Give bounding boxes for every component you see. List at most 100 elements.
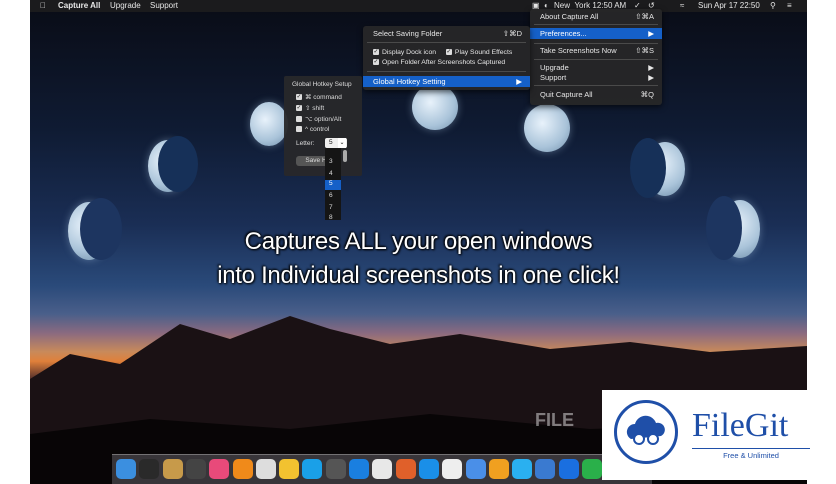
- reminders-icon[interactable]: [255, 459, 276, 479]
- launchpad-icon[interactable]: [139, 459, 160, 479]
- dock-icon-checkbox[interactable]: ✓: [373, 49, 379, 56]
- chevron-down-icon: ⌄: [338, 138, 346, 148]
- apple-icon[interactable]: : [40, 0, 46, 12]
- letter-option[interactable]: 3: [329, 158, 333, 165]
- menu-separator: [367, 71, 526, 72]
- quit-shortcut: ⌘Q: [640, 90, 654, 99]
- messages-icon[interactable]: [512, 459, 533, 479]
- menu-upgrade[interactable]: Upgrade: [110, 0, 141, 12]
- menu-item-about[interactable]: About Capture All ⇧⌘A: [530, 11, 662, 22]
- control-option[interactable]: ^ control: [296, 126, 329, 133]
- filegit-logo: [614, 400, 678, 464]
- list-icon[interactable]: ≡: [787, 0, 792, 12]
- command-checkbox[interactable]: ✓: [296, 94, 302, 101]
- shift-label: ⇧ shift: [305, 105, 325, 112]
- dock-icon-label: Display Dock icon: [382, 49, 437, 56]
- letter-dropdown-list: 3 4 5 6 7 8: [325, 148, 347, 221]
- app-store-icon[interactable]: [418, 459, 439, 479]
- facetime-icon[interactable]: [582, 459, 602, 479]
- moon-shadow-2: [158, 136, 198, 192]
- moon-phase-3: [250, 102, 288, 146]
- option-checkbox[interactable]: [296, 116, 302, 123]
- skype-icon[interactable]: [302, 459, 323, 479]
- sound-label: Play Sound Effects: [454, 49, 513, 56]
- dropdown-scrollbar[interactable]: [343, 150, 347, 162]
- letter-option[interactable]: 7: [329, 204, 333, 211]
- global-hotkey-label: Global Hotkey Setting: [373, 77, 446, 86]
- menu-app-name[interactable]: Capture All: [58, 0, 100, 12]
- letter-option[interactable]: 4: [329, 170, 333, 177]
- sound-checkbox[interactable]: ✓: [445, 49, 452, 56]
- take-shortcut: ⇧⌘S: [635, 46, 654, 55]
- about-label: About Capture All: [540, 12, 599, 21]
- photos-icon[interactable]: [162, 459, 183, 479]
- menu-datetime[interactable]: Sun Apr 17 22:50: [698, 0, 760, 12]
- save-hotkey-label: Save H: [305, 157, 327, 164]
- itunes-icon[interactable]: [209, 459, 230, 479]
- menu-item-quit[interactable]: Quit Capture All ⌘Q: [530, 89, 662, 100]
- textedit-icon[interactable]: [442, 459, 463, 479]
- upgrade-label: Upgrade: [540, 63, 569, 72]
- safari-icon[interactable]: [349, 459, 369, 479]
- filegit-subtitle: Free & Unlimited: [692, 448, 810, 460]
- open-folder-label: Open Folder After Screenshots Captured: [382, 59, 506, 66]
- menu-item-support[interactable]: Support ▶: [530, 72, 662, 83]
- command-option[interactable]: ✓ ⌘ command: [296, 93, 342, 101]
- menu-separator: [534, 43, 658, 44]
- quicktime-icon[interactable]: [558, 459, 579, 479]
- control-label: ^ control: [305, 126, 330, 133]
- menu-item-global-hotkey[interactable]: Global Hotkey Setting ▶: [363, 76, 530, 87]
- firefox-icon[interactable]: [395, 459, 416, 479]
- menu-separator: [534, 59, 658, 60]
- menu-separator: [367, 42, 526, 43]
- option-option[interactable]: ⌥ option/Alt: [296, 115, 341, 123]
- wifi-icon[interactable]: ≈: [680, 0, 684, 12]
- menu-separator: [534, 85, 658, 86]
- letter-option[interactable]: 6: [329, 192, 333, 199]
- open-folder-checkbox[interactable]: ✓: [373, 59, 379, 66]
- hotkey-setup-panel: Global Hotkey Setup ✓ ⌘ command ✓ ⇧ shift …: [284, 76, 362, 176]
- moon-shadow-6: [630, 138, 666, 198]
- caption-line-1: Captures ALL your open windows: [244, 228, 593, 255]
- cloud-icon: [626, 415, 665, 445]
- app-dropdown-menu: About Capture All ⇧⌘A Preferences... ▶ Tak…: [530, 9, 662, 105]
- ibooks-icon[interactable]: [232, 459, 253, 479]
- menu-item-open-folder[interactable]: ✓ Open Folder After Screenshots Captured: [363, 57, 530, 68]
- quit-label: Quit Capture All: [540, 90, 593, 99]
- moon-phase-5: [524, 104, 570, 152]
- submenu-arrow-icon: ▶: [516, 77, 522, 86]
- search-icon[interactable]: ⚲: [770, 0, 776, 12]
- watermark-text: FILE: [535, 410, 574, 430]
- letter-option[interactable]: 8: [329, 214, 333, 221]
- caption-line-2: into Individual screenshots in one click…: [217, 262, 620, 289]
- menu-bar:  Capture All Upgrade Support ▣ ◐ New_Yo…: [30, 0, 807, 12]
- finder-icon[interactable]: [116, 459, 136, 479]
- dock: [112, 454, 652, 484]
- letter-select-value: 5: [329, 139, 333, 146]
- pages-icon[interactable]: [488, 459, 509, 479]
- submenu-arrow-icon: ▶: [648, 73, 654, 82]
- activity-monitor-icon[interactable]: [325, 459, 346, 479]
- select-folder-shortcut: ⇧⌘D: [502, 29, 522, 38]
- menu-item-take-screenshots[interactable]: Take Screenshots Now ⇧⌘S: [530, 45, 662, 56]
- hotkey-panel-title: Global Hotkey Setup: [292, 81, 352, 88]
- menu-item-select-folder[interactable]: Select Saving Folder ⇧⌘D: [363, 28, 530, 39]
- shift-option[interactable]: ✓ ⇧ shift: [296, 104, 324, 112]
- select-folder-label: Select Saving Folder: [373, 29, 443, 38]
- chrome-icon[interactable]: [372, 459, 393, 479]
- command-label: ⌘ command: [305, 94, 342, 101]
- letter-label: Letter:: [296, 140, 315, 147]
- menu-item-preferences[interactable]: Preferences... ▶: [530, 28, 662, 39]
- xcode-icon[interactable]: [465, 459, 486, 479]
- letter-select[interactable]: 5 ⌄: [325, 138, 347, 148]
- letter-option-selected[interactable]: 5: [325, 180, 341, 190]
- shift-checkbox[interactable]: ✓: [296, 105, 302, 112]
- menu-support[interactable]: Support: [150, 0, 178, 12]
- hex-icon[interactable]: [535, 459, 556, 479]
- photos-flower-icon[interactable]: [279, 459, 300, 479]
- moon-phase-4: [412, 84, 458, 130]
- about-shortcut: ⇧⌘A: [635, 12, 654, 21]
- time-machine-icon[interactable]: [185, 459, 206, 479]
- filegit-badge: FileGit Free & Unlimited: [602, 390, 822, 480]
- control-checkbox[interactable]: [296, 126, 302, 133]
